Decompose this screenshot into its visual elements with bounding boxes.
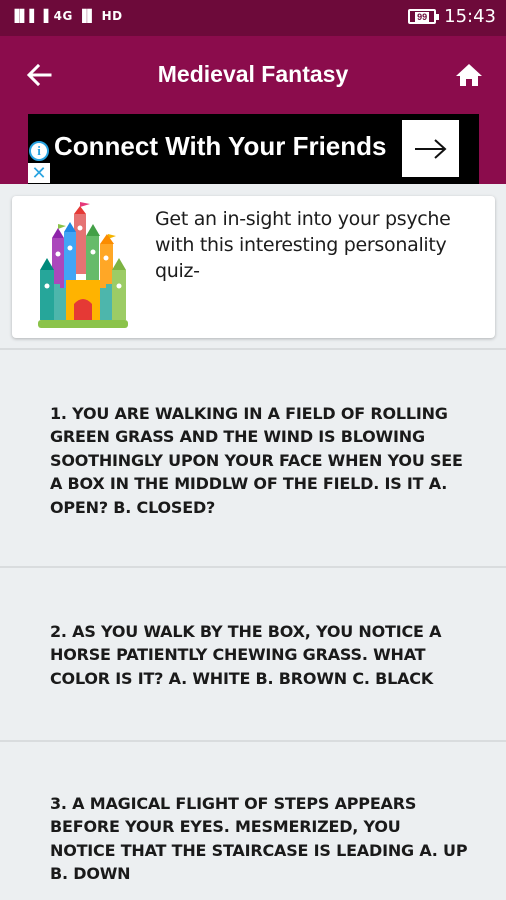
ad-banner[interactable]: i ✕ Connect With Your Friends: [28, 114, 479, 184]
battery-level: 99: [415, 11, 430, 22]
castle-icon: [38, 202, 128, 328]
status-bar: ▐▌▌▐ 4G ▐▌ HD 99 15:43: [0, 0, 506, 36]
question-text: 3. A MAGICAL FLIGHT OF STEPS APPEARS BEF…: [50, 794, 468, 884]
arrow-right-icon: [414, 138, 446, 159]
question-item[interactable]: 3. A MAGICAL FLIGHT OF STEPS APPEARS BEF…: [0, 740, 506, 900]
status-right: 99 15:43: [408, 6, 496, 27]
question-text: 1. YOU ARE WALKING IN A FIELD OF ROLLING…: [50, 404, 463, 517]
question-item[interactable]: 2. AS YOU WALK BY THE BOX, YOU NOTICE A …: [0, 566, 506, 740]
home-icon: [456, 64, 482, 86]
battery-icon: 99: [408, 9, 440, 24]
ad-cta-button[interactable]: [402, 120, 459, 177]
question-item[interactable]: 1. YOU ARE WALKING IN A FIELD OF ROLLING…: [0, 348, 506, 566]
page-title: Medieval Fantasy: [157, 61, 349, 87]
intro-text: Get an in-sight into your psyche with th…: [155, 208, 451, 282]
ad-info-icon[interactable]: i: [29, 141, 49, 161]
question-text: 2. AS YOU WALK BY THE BOX, YOU NOTICE A …: [50, 622, 442, 688]
intro-card[interactable]: Get an in-sight into your psyche with th…: [12, 196, 495, 338]
app-bar: Medieval Fantasy: [0, 36, 506, 114]
ad-headline: Connect With Your Friends: [54, 131, 387, 161]
ad-close-icon[interactable]: ✕: [28, 163, 50, 183]
home-button[interactable]: [452, 58, 486, 92]
clock: 15:43: [444, 6, 496, 27]
signal-indicators: ▐▌▌▐ 4G ▐▌ HD: [10, 9, 123, 23]
